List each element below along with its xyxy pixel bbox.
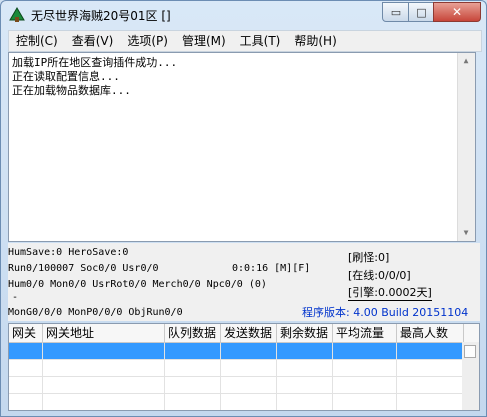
table-header: 网关 网关地址 队列数据 发送数据 剩余数据 平均流量 最高人数 xyxy=(9,324,479,343)
window-title: 无尽世界海贼20号01区 [] xyxy=(31,9,171,23)
app-window: 无尽世界海贼20号01区 [] ▭ □ ✕ 控制(C) 查看(V) 选项(P) … xyxy=(0,0,487,417)
menu-help[interactable]: 帮助(H) xyxy=(287,32,343,50)
log-line: 加载IP所在地区查询插件成功... xyxy=(12,56,178,69)
log-textarea[interactable]: 加载IP所在地区查询插件成功... 正在读取配置信息... 正在加载物品数据库.… xyxy=(8,52,476,242)
maximize-icon: □ xyxy=(416,5,427,19)
maximize-button[interactable]: □ xyxy=(408,2,435,22)
column-gateway[interactable]: 网关 xyxy=(9,324,43,342)
log-scrollbar[interactable]: ▲ ▼ xyxy=(457,53,475,241)
menu-manage[interactable]: 管理(M) xyxy=(175,32,233,50)
table-row[interactable] xyxy=(9,360,479,377)
menu-options[interactable]: 选项(P) xyxy=(120,32,175,50)
status-refresh: [刷怪:0] xyxy=(348,251,390,264)
status-panel: HumSave:0 HeroSave:0 Run0/100007 Soc0/0 … xyxy=(8,243,480,321)
version-label: 程序版本: 4.00 Build 20151104 xyxy=(302,306,469,319)
menu-control[interactable]: 控制(C) xyxy=(9,32,65,50)
table-row[interactable] xyxy=(9,394,479,410)
close-button[interactable]: ✕ xyxy=(433,2,481,22)
column-sent-data[interactable]: 发送数据 xyxy=(221,324,277,342)
log-line: 正在加载物品数据库... xyxy=(12,84,131,97)
scroll-down-icon[interactable]: ▼ xyxy=(460,226,472,240)
table-row[interactable] xyxy=(9,343,479,360)
log-line: 正在读取配置信息... xyxy=(12,70,120,83)
menu-bar: 控制(C) 查看(V) 选项(P) 管理(M) 工具(T) 帮助(H) xyxy=(8,30,482,52)
column-average-traffic[interactable]: 平均流量 xyxy=(333,324,397,342)
status-objects: Hum0/0 Mon0/0 UsrRot0/0 Merch0/0 Npc0/0 … xyxy=(8,279,267,290)
status-time: 0:0:16 [M][F] xyxy=(232,263,311,274)
table-row[interactable] xyxy=(9,377,479,394)
app-icon xyxy=(9,7,25,22)
status-engine: [引擎:0.0002天] xyxy=(348,286,432,301)
close-icon: ✕ xyxy=(451,5,463,19)
status-online: [在线:0/0/0] xyxy=(348,269,411,282)
column-gateway-address[interactable]: 网关地址 xyxy=(43,324,165,342)
status-save: HumSave:0 HeroSave:0 xyxy=(8,247,129,258)
status-dash: - xyxy=(12,292,19,303)
title-bar[interactable]: 无尽世界海贼20号01区 [] ▭ □ ✕ xyxy=(1,1,486,29)
column-remaining-data[interactable]: 剩余数据 xyxy=(277,324,333,342)
gateway-table[interactable]: 网关 网关地址 队列数据 发送数据 剩余数据 平均流量 最高人数 xyxy=(8,323,480,411)
column-queue-data[interactable]: 队列数据 xyxy=(165,324,221,342)
scroll-thumb[interactable] xyxy=(464,345,476,358)
column-max-users[interactable]: 最高人数 xyxy=(397,324,464,342)
menu-tools[interactable]: 工具(T) xyxy=(233,32,288,50)
status-run: Run0/100007 Soc0/0 Usr0/0 xyxy=(8,263,159,274)
status-monsters: MonG0/0/0 MonP0/0/0 ObjRun0/0 xyxy=(8,307,183,318)
table-scrollbar[interactable] xyxy=(462,342,479,410)
menu-view[interactable]: 查看(V) xyxy=(65,32,121,50)
scroll-up-icon[interactable]: ▲ xyxy=(460,54,472,68)
minimize-button[interactable]: ▭ xyxy=(382,2,410,22)
minimize-icon: ▭ xyxy=(390,5,402,19)
